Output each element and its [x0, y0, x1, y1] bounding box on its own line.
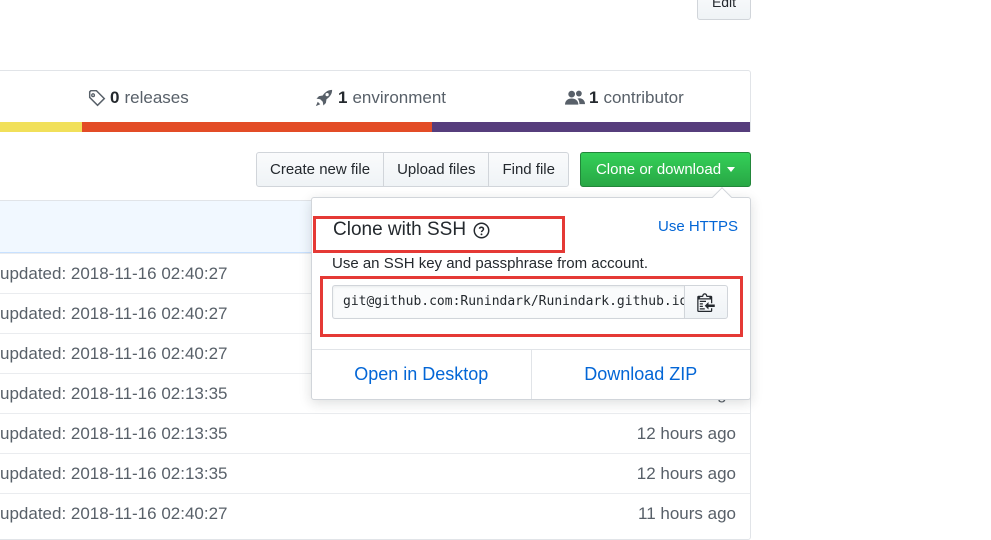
language-bar-segment[interactable]	[0, 122, 82, 132]
clone-or-download-label: Clone or download	[595, 161, 722, 178]
open-in-desktop-button[interactable]: Open in Desktop	[312, 350, 531, 399]
clone-footer: Open in Desktop Download ZIP	[312, 349, 750, 399]
commit-message[interactable]: updated: 2018-11-16 02:40:27	[0, 294, 228, 334]
language-bar-segment[interactable]	[82, 122, 432, 132]
upload-files-button[interactable]: Upload files	[383, 152, 490, 187]
commit-message[interactable]: updated: 2018-11-16 02:40:27	[0, 254, 228, 294]
find-file-button[interactable]: Find file	[488, 152, 569, 187]
create-new-file-button[interactable]: Create new file	[256, 152, 385, 187]
contributors-link[interactable]: 1 contributor	[565, 87, 684, 109]
caret-down-icon	[727, 167, 736, 172]
clone-or-download-button[interactable]: Clone or download	[580, 152, 751, 187]
contributors-count: 1	[589, 88, 599, 107]
use-https-link[interactable]: Use HTTPS	[658, 218, 738, 235]
highlight-box-url	[320, 276, 743, 337]
commit-message[interactable]: updated: 2018-11-16 02:40:27	[0, 334, 228, 374]
clone-description: Use an SSH key and passphrase from accou…	[332, 255, 648, 272]
rocket-icon	[315, 89, 333, 107]
commit-age: 12 hours ago	[636, 464, 736, 483]
download-zip-button[interactable]: Download ZIP	[530, 350, 751, 399]
commit-message[interactable]: updated: 2018-11-16 02:13:35	[0, 414, 228, 454]
environments-label: environment	[352, 88, 447, 107]
highlight-box-title	[313, 216, 565, 253]
table-row[interactable]: updated: 2018-11-16 02:13:35 12 hours ag…	[0, 453, 750, 493]
releases-count: 0	[110, 88, 120, 107]
file-actions: Create new file Upload files Find file	[256, 152, 569, 187]
language-bar-segment[interactable]	[432, 122, 750, 132]
commit-age: 11 hours ago	[638, 504, 736, 523]
environments-count: 1	[338, 88, 348, 107]
commit-message[interactable]: updated: 2018-11-16 02:40:27	[0, 494, 228, 534]
releases-label: releases	[124, 88, 189, 107]
commit-age: 12 hours ago	[636, 424, 736, 443]
releases-link[interactable]: 0 releases	[88, 87, 189, 109]
table-row[interactable]: updated: 2018-11-16 02:40:27 11 hours ag…	[0, 493, 750, 533]
contributors-label: contributor	[603, 88, 684, 107]
people-icon	[565, 90, 585, 105]
commit-message[interactable]: updated: 2018-11-16 02:13:35	[0, 454, 228, 494]
table-row[interactable]: updated: 2018-11-16 02:13:35 12 hours ag…	[0, 413, 750, 453]
commit-message[interactable]: updated: 2018-11-16 02:13:35	[0, 374, 228, 414]
tag-icon	[88, 89, 106, 107]
environments-link[interactable]: 1 environment	[314, 87, 446, 109]
edit-button[interactable]: Edit	[697, 0, 751, 20]
